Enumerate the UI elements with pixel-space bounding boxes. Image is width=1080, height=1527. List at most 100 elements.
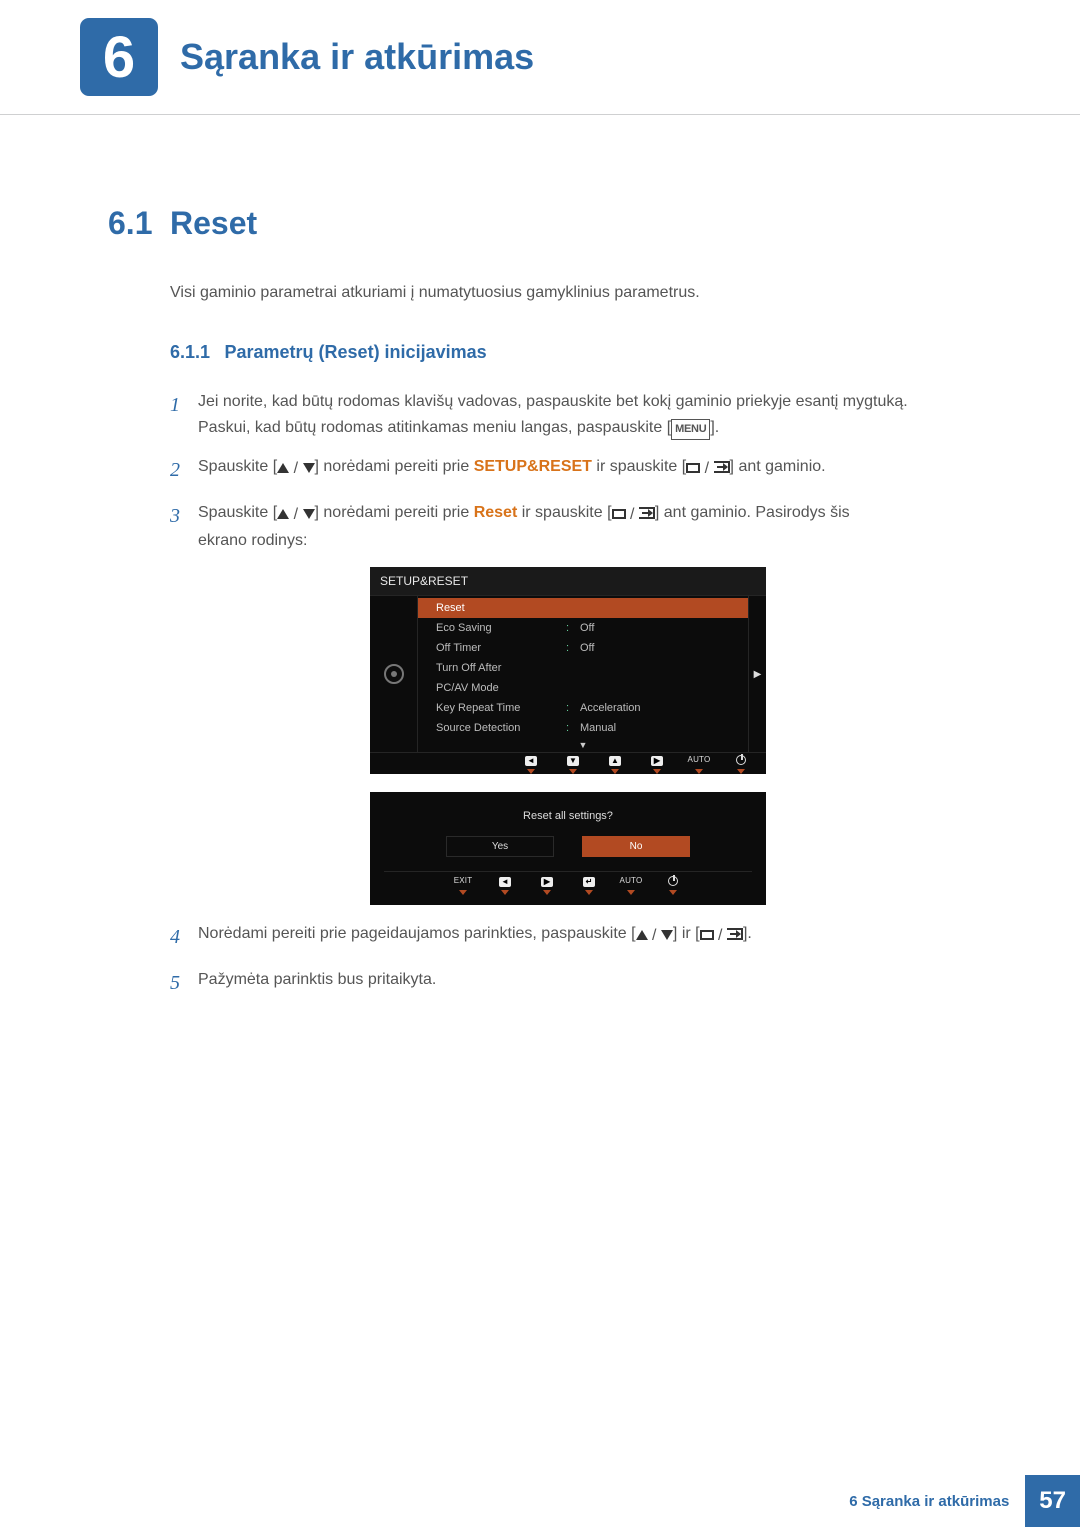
osd-confirm-no: No (582, 836, 690, 857)
osd-item-label: Source Detection (436, 722, 566, 734)
osd-category-icon (370, 596, 418, 752)
osd-nav-bar: EXIT ◄ ▶ ↵ AUTO (384, 871, 752, 895)
step-text-part: Jei norite, kad būtų rodomas klavišų vad… (198, 393, 908, 410)
osd-scroll-down-icon: ▼ (418, 738, 748, 752)
step-text-part: ir spauskite [ (517, 504, 611, 521)
enter-icon (727, 928, 743, 940)
osd-setup-reset: SETUP&RESET Reset Eco Saving:Off Off Tim… (370, 567, 766, 774)
steps-list: 1 Jei norite, kad būtų rodomas klavišų v… (170, 389, 990, 999)
reset-label: Reset (474, 504, 518, 521)
step-number: 2 (170, 454, 198, 486)
osd-item-label: Eco Saving (436, 622, 566, 634)
step-text: Spauskite [ / ] norėdami pereiti prie Re… (198, 500, 850, 553)
setup-reset-label: SETUP&RESET (474, 458, 592, 475)
osd-item-value: Off (580, 622, 736, 634)
osd-nav-auto: AUTO (610, 876, 652, 895)
step-text-part: Spauskite [ (198, 458, 277, 475)
step-text-part: Norėdami pereiti prie pageidaujamos pari… (198, 925, 636, 942)
enter-icon (714, 461, 730, 473)
osd-nav-exit: EXIT (442, 876, 484, 895)
step-1: 1 Jei norite, kad būtų rodomas klavišų v… (170, 389, 990, 440)
step-text-part: Spauskite [ (198, 504, 277, 521)
section-intro: Visi gaminio parametrai atkuriami į numa… (170, 284, 990, 302)
menu-icon: MENU (671, 419, 710, 441)
step-text-part: ] norėdami pereiti prie (315, 458, 474, 475)
enter-icon (639, 507, 655, 519)
step-text: Norėdami pereiti prie pageidaujamos pari… (198, 921, 752, 953)
up-triangle-icon (277, 463, 289, 473)
step-3: 3 Spauskite [ / ] norėdami pereiti prie … (170, 500, 990, 553)
step-number: 1 (170, 389, 198, 440)
step-text-part: ]. (710, 419, 719, 436)
step-text-part: ] ant gaminio. Pasirodys šis (655, 504, 850, 521)
page-footer: 6 Sąranka ir atkūrimas 57 (849, 1475, 1080, 1527)
step-text-part: Paskui, kad būtų rodomas atitinkamas men… (198, 419, 671, 436)
osd-confirm-question: Reset all settings? (384, 810, 752, 822)
osd-nav-down: ▼ (552, 755, 594, 774)
chapter-badge: 6 (80, 18, 158, 96)
step-5: 5 Pažymėta parinktis bus pritaikyta. (170, 967, 990, 999)
osd-item-off-timer: Off Timer:Off (418, 638, 748, 658)
osd-reset-confirm: Reset all settings? Yes No EXIT ◄ ▶ ↵ AU… (370, 792, 766, 905)
step-text-part: Pažymėta parinktis bus pritaikyta. (198, 971, 436, 988)
chapter-title: Sąranka ir atkūrimas (180, 36, 534, 78)
osd-item-turn-off-after: Turn Off After (418, 658, 748, 678)
osd-nav-auto: AUTO (678, 755, 720, 774)
rect-icon (686, 463, 700, 473)
osd-screenshots: SETUP&RESET Reset Eco Saving:Off Off Tim… (370, 567, 990, 905)
osd-header: SETUP&RESET (370, 567, 766, 595)
step-number: 4 (170, 921, 198, 953)
subsection-number: 6.1.1 (170, 342, 210, 362)
page-number: 57 (1025, 1475, 1080, 1527)
osd-item-label: Reset (436, 602, 566, 614)
osd-nav-enter: ↵ (568, 876, 610, 895)
step-text: Pažymėta parinktis bus pritaikyta. (198, 967, 436, 999)
step-text: Spauskite [ / ] norėdami pereiti prie SE… (198, 454, 826, 486)
step-text-part: ] ir [ (673, 925, 700, 942)
osd-item-value: Acceleration (580, 702, 736, 714)
step-text-part: ] ant gaminio. (730, 458, 826, 475)
osd-item-eco-saving: Eco Saving:Off (418, 618, 748, 638)
footer-chapter: 6 Sąranka ir atkūrimas (849, 1493, 1025, 1510)
osd-menu: Reset Eco Saving:Off Off Timer:Off Turn … (418, 596, 748, 752)
step-text-part: ]. (743, 925, 752, 942)
gear-icon (384, 664, 404, 684)
osd-nav-power (652, 876, 694, 895)
osd-item-key-repeat: Key Repeat Time:Acceleration (418, 698, 748, 718)
osd-item-reset: Reset (418, 598, 748, 618)
down-triangle-icon (303, 463, 315, 473)
step-text-part: ir spauskite [ (592, 458, 686, 475)
rect-icon (612, 509, 626, 519)
up-triangle-icon (277, 509, 289, 519)
osd-nav-left: ◄ (484, 876, 526, 895)
osd-item-label: Off Timer (436, 642, 566, 654)
section-number: 6.1 (108, 205, 170, 242)
step-number: 3 (170, 500, 198, 553)
step-4: 4 Norėdami pereiti prie pageidaujamos pa… (170, 921, 990, 953)
osd-nav-right: ▶ (636, 755, 678, 774)
osd-item-value: Manual (580, 722, 736, 734)
down-triangle-icon (661, 930, 673, 940)
content: 6.1 Reset Visi gaminio parametrai atkuri… (0, 115, 1080, 999)
up-triangle-icon (636, 930, 648, 940)
subsection-heading: 6.1.1 Parametrų (Reset) inicijavimas (170, 342, 990, 363)
osd-nav-up: ▲ (594, 755, 636, 774)
osd-right-caret-icon: ▶ (748, 596, 766, 752)
osd-nav-bar: ◄ ▼ ▲ ▶ AUTO (370, 752, 766, 774)
subsection-title: Parametrų (Reset) inicijavimas (225, 342, 487, 362)
step-text-part: ekrano rodinys: (198, 532, 307, 549)
step-text-part: ] norėdami pereiti prie (315, 504, 474, 521)
osd-item-label: Turn Off After (436, 662, 566, 674)
osd-item-pcav-mode: PC/AV Mode (418, 678, 748, 698)
step-2: 2 Spauskite [ / ] norėdami pereiti prie … (170, 454, 990, 486)
osd-item-label: Key Repeat Time (436, 702, 566, 714)
down-triangle-icon (303, 509, 315, 519)
osd-item-label: PC/AV Mode (436, 682, 566, 694)
step-number: 5 (170, 967, 198, 999)
osd-nav-power (720, 755, 762, 774)
osd-nav-right: ▶ (526, 876, 568, 895)
osd-nav-left: ◄ (510, 755, 552, 774)
osd-confirm-yes: Yes (446, 836, 554, 857)
page-header: 6 Sąranka ir atkūrimas (0, 0, 1080, 115)
osd-item-source-detection: Source Detection:Manual (418, 718, 748, 738)
